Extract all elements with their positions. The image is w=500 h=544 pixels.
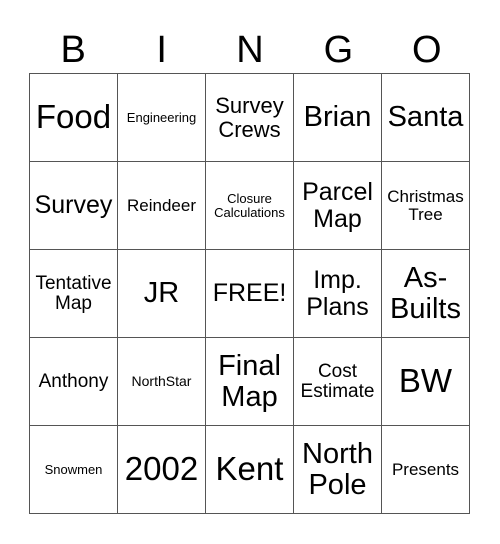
bingo-cell[interactable]: North Pole [294, 426, 382, 514]
header-letter-g: G [323, 29, 354, 71]
header-letter-i: I [156, 29, 167, 71]
header-letter-o: O [412, 29, 442, 71]
bingo-cell[interactable]: Santa [382, 74, 470, 162]
bingo-cell[interactable]: Cost Estimate [294, 338, 382, 426]
bingo-cell[interactable]: Snowmen [30, 426, 118, 514]
bingo-cell[interactable]: Imp. Plans [294, 250, 382, 338]
bingo-cell[interactable]: Brian [294, 74, 382, 162]
bingo-cell[interactable]: Christmas Tree [382, 162, 470, 250]
bingo-cell[interactable]: Reindeer [118, 162, 206, 250]
bingo-cell[interactable]: BW [382, 338, 470, 426]
bingo-cell[interactable]: Closure Calculations [206, 162, 294, 250]
header-letter-b: B [60, 29, 86, 71]
bingo-cell[interactable]: Food [30, 74, 118, 162]
bingo-cell[interactable]: Anthony [30, 338, 118, 426]
bingo-cell[interactable]: Kent [206, 426, 294, 514]
bingo-cell[interactable]: JR [118, 250, 206, 338]
bingo-grid: Food Engineering Survey Crews Brian Sant… [29, 73, 470, 514]
bingo-cell[interactable]: Engineering [118, 74, 206, 162]
header-letter-n: N [236, 29, 264, 71]
bingo-cell[interactable]: Tentative Map [30, 250, 118, 338]
bingo-cell free-space[interactable]: FREE! [206, 250, 294, 338]
bingo-cell[interactable]: Survey Crews [206, 74, 294, 162]
bingo-cell[interactable]: Parcel Map [294, 162, 382, 250]
bingo-cell[interactable]: Survey [30, 162, 118, 250]
bingo-cell[interactable]: NorthStar [118, 338, 206, 426]
bingo-cell[interactable]: Final Map [206, 338, 294, 426]
bingo-cell[interactable]: 2002 [118, 426, 206, 514]
bingo-header: B I N G O [29, 28, 471, 73]
bingo-cell[interactable]: Presents [382, 426, 470, 514]
bingo-cell[interactable]: As-Builts [382, 250, 470, 338]
